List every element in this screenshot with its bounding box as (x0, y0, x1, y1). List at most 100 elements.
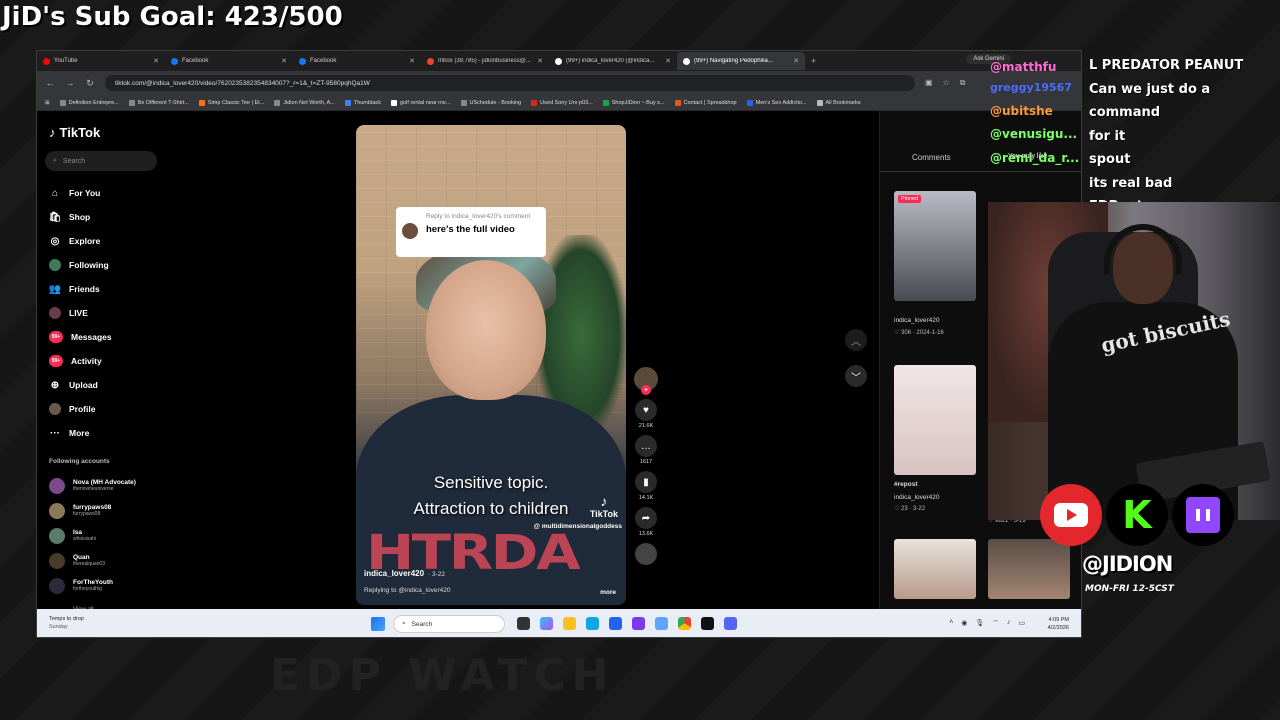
edge-icon[interactable] (586, 617, 599, 630)
close-icon[interactable]: ✕ (537, 57, 543, 65)
back-icon[interactable]: ← (45, 78, 55, 88)
store-icon[interactable] (609, 617, 622, 630)
copilot-icon[interactable] (540, 617, 553, 630)
nav-item-messages[interactable]: 99+ Messages (49, 325, 112, 349)
account-item[interactable]: ForTheYouth fortheyouthig (49, 573, 136, 598)
taskview-icon[interactable] (517, 617, 530, 630)
nav-item-for-you[interactable]: ⌂ For You (49, 181, 112, 205)
reply-sticker: Reply to indica_lover420's comment here'… (396, 207, 546, 257)
mic-icon[interactable]: 🎙 (975, 619, 984, 628)
nav-label: Friends (69, 284, 100, 294)
bookmark-star-icon[interactable]: ☆ (943, 78, 950, 88)
share-button[interactable]: ➦ 13.6K (633, 507, 659, 537)
close-icon[interactable]: ✕ (793, 57, 799, 65)
capcut-icon[interactable] (701, 617, 714, 630)
video-thumbnail[interactable] (894, 539, 976, 599)
account-item[interactable]: Isa whoisisahi (49, 523, 136, 548)
reply-text: here's the full video (426, 224, 515, 235)
browser-tab[interactable]: Inbox (39,785) - jidionbusiness@... ✕ (421, 52, 549, 70)
sound-disc[interactable] (633, 543, 659, 565)
nav-item-following[interactable]: Following (49, 253, 112, 277)
bookmark-label: Simp Classic Tee | Et... (207, 99, 265, 106)
account-item[interactable]: Nova (MH Advocate) thenovineuniverse (49, 473, 136, 498)
comment-button[interactable]: … 1617 (633, 435, 659, 465)
browser-tab[interactable]: YouTube ✕ (37, 52, 165, 70)
wifi-icon[interactable]: ⌔ (992, 619, 999, 628)
network-icon[interactable]: ◉ (961, 619, 967, 628)
search-input[interactable]: ⌕ Search (45, 151, 157, 171)
avatar (49, 527, 65, 544)
weather-widget[interactable]: Temps to drop Sunday (49, 615, 84, 631)
account-item[interactable]: Quan therealquan03 (49, 548, 136, 573)
browser-tab[interactable]: Facebook ✕ (293, 52, 421, 70)
discord-icon[interactable] (724, 617, 737, 630)
close-icon[interactable]: ✕ (153, 57, 159, 65)
forward-icon[interactable]: → (65, 78, 75, 88)
bookmark-item[interactable]: Be Different T-Shirt... (128, 99, 189, 106)
close-icon[interactable]: ✕ (281, 57, 287, 65)
browser-tab-active[interactable]: (99+) Navigating Pedophilia... ✕ (677, 52, 805, 70)
follow-plus-icon[interactable]: + (641, 385, 651, 395)
video-player[interactable]: HTRDA Reply to indica_lover420's comment… (356, 125, 626, 605)
video-author[interactable]: indica_lover420 · 3-22 (364, 569, 445, 578)
nav-item-activity[interactable]: 99+ Activity (49, 349, 112, 373)
bookmark-item[interactable]: Contact | Spreadshop (674, 99, 737, 106)
nav-item-shop[interactable]: 🛍 Shop (49, 205, 112, 229)
apps-icon[interactable]: ⊞ (45, 100, 50, 106)
video-thumbnail[interactable] (894, 191, 976, 301)
taskbar-search[interactable]: ⌕ Search (393, 615, 505, 633)
tiktok-logo[interactable]: ♪ TikTok (49, 125, 100, 140)
bookmark-item[interactable]: ShopJiDion ~ Buy s... (602, 99, 665, 106)
tiktok-icon: ♪ (600, 493, 608, 509)
nav-item-live[interactable]: LIVE (49, 301, 112, 325)
browser-tab[interactable]: Facebook ✕ (165, 52, 293, 70)
volume-icon[interactable]: ♪ (1007, 619, 1011, 628)
file-explorer-icon[interactable] (563, 617, 576, 630)
account-handle: fortheyouthig (73, 586, 102, 592)
new-tab-button[interactable]: + (811, 56, 816, 66)
close-icon[interactable]: ✕ (665, 57, 671, 65)
nav-item-more[interactable]: ··· More (49, 421, 112, 445)
all-bookmarks[interactable]: All Bookmarks (816, 99, 861, 106)
bookmark-item[interactable]: USchedule - Booking (460, 99, 521, 106)
extensions-icon[interactable]: ⧉ (960, 78, 966, 88)
nav-item-upload[interactable]: ⊕ Upload (49, 373, 112, 397)
more-link[interactable]: more (600, 589, 616, 596)
author-avatar-button[interactable]: + (633, 367, 659, 395)
bookmark-item[interactable]: Used Sony Urx-p03... (531, 99, 593, 106)
bookmark-item[interactable]: Definition Entrepre... (59, 99, 119, 106)
video-thumbnail[interactable] (894, 365, 976, 475)
chevron-down-icon[interactable]: ﹀ (845, 365, 867, 387)
save-button[interactable]: ▮ 14.1K (633, 471, 659, 501)
bookmark-item[interactable]: Jidion Net Worth, A... (274, 99, 335, 106)
nav-item-friends[interactable]: 👥 Friends (49, 277, 112, 301)
nav-item-explore[interactable]: ◎ Explore (49, 229, 112, 253)
tab-label: Facebook (182, 58, 209, 64)
video-thumbnail[interactable] (988, 539, 1070, 599)
chevron-up-icon[interactable]: ︿ (845, 329, 867, 351)
following-accounts-heading: Following accounts (49, 458, 110, 465)
app-icon[interactable] (632, 617, 645, 630)
bookmark-item[interactable]: golf rental near me... (391, 99, 451, 106)
url-input[interactable]: tiktok.com/@indica_lover420/video/762023… (105, 75, 915, 91)
photos-icon[interactable] (655, 617, 668, 630)
nav-item-profile[interactable]: Profile (49, 397, 112, 421)
chrome-icon[interactable] (678, 617, 691, 630)
chevron-up-icon[interactable]: ˄ (949, 619, 953, 628)
clock[interactable]: 4:09 PM 4/2/2026 (1048, 616, 1069, 632)
install-icon[interactable]: ▣ (925, 78, 933, 88)
tab-comments[interactable]: Comments (912, 153, 951, 162)
close-icon[interactable]: ✕ (409, 57, 415, 65)
bookmark-item[interactable]: Men's Sex Addictio... (746, 99, 807, 106)
bookmark-item[interactable]: Simp Classic Tee | Et... (198, 99, 265, 106)
reload-icon[interactable]: ↻ (85, 78, 95, 89)
account-item[interactable]: furrypaws08 furrypaws08 (49, 498, 136, 523)
like-button[interactable]: ♥ 21.6K (633, 399, 659, 429)
battery-icon[interactable]: ▭ (1018, 619, 1025, 628)
tiktok-icon: ♪ (49, 125, 56, 140)
bookmark-label: ShopJiDion ~ Buy s... (611, 99, 665, 106)
bookmark-item[interactable]: Thumbtack (344, 99, 381, 106)
browser-tab[interactable]: (99+) indica_lover420 (@indica... ✕ (549, 52, 677, 70)
windows-start-icon[interactable] (371, 617, 385, 631)
webcam-feed: got biscuits (988, 202, 1280, 520)
